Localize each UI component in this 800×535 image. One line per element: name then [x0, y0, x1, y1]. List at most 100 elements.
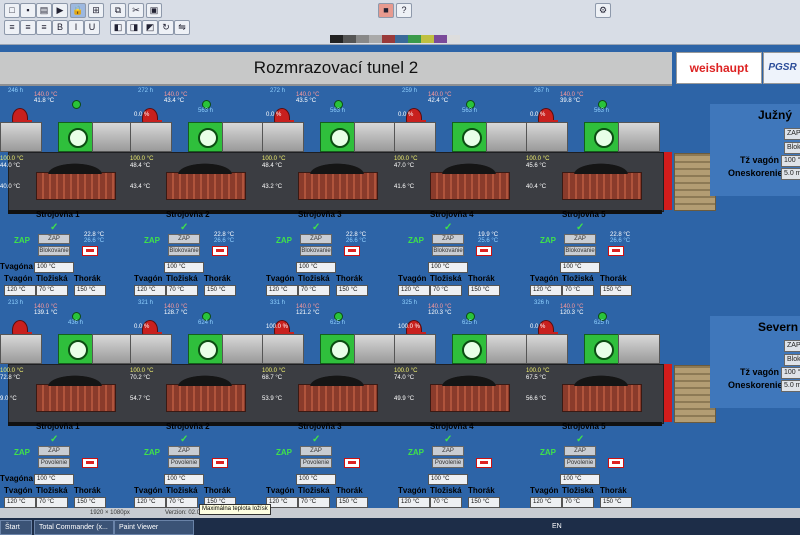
tloziska-value[interactable]: 70 °C [298, 285, 330, 296]
circulation-fan[interactable] [584, 122, 620, 152]
zap-button[interactable]: ZAP [38, 446, 70, 456]
new-icon[interactable]: □ [4, 3, 20, 18]
help-icon[interactable]: ? [396, 3, 412, 18]
tloziska-value[interactable]: 70 °C [36, 497, 68, 508]
tvagona-input[interactable]: 100 °C [296, 262, 336, 273]
tvagona-input[interactable]: 100 °C [34, 474, 74, 485]
tloziska-value[interactable]: 70 °C [430, 497, 462, 508]
align-left-icon[interactable]: ≡ [4, 20, 20, 35]
reset-button[interactable] [476, 458, 492, 468]
tvagona-input[interactable]: 100 °C [164, 262, 204, 273]
block-button[interactable]: Blokovanie [432, 246, 464, 256]
circulation-fan[interactable] [452, 122, 488, 152]
thorak-value[interactable]: 150 °C [468, 285, 500, 296]
thorak-value[interactable]: 150 °C [336, 497, 368, 508]
reset-button[interactable] [82, 458, 98, 468]
tloziska-value[interactable]: 70 °C [430, 285, 462, 296]
taskbar-item-total-commander[interactable]: Total Commander (x... [34, 520, 114, 535]
side-delay-input[interactable]: 5.0 mi [781, 168, 800, 180]
tvagon-value[interactable]: 120 °C [134, 497, 166, 508]
tvagona-input[interactable]: 100 °C [428, 474, 468, 485]
paste-icon[interactable]: ▣ [146, 3, 162, 18]
zap-button[interactable]: ZAP [38, 234, 70, 244]
side-tz-input[interactable]: 100 °C [781, 367, 800, 379]
tvagon-value[interactable]: 120 °C [530, 285, 562, 296]
zap-button[interactable]: ZAP [300, 446, 332, 456]
thorak-value[interactable]: 150 °C [74, 285, 106, 296]
circulation-fan[interactable] [58, 334, 94, 364]
group-icon[interactable]: ◨ [126, 20, 142, 35]
lock-icon[interactable]: 🔒 [70, 3, 86, 18]
tloziska-value[interactable]: 70 °C [562, 285, 594, 296]
circulation-fan[interactable] [320, 122, 356, 152]
tloziska-value[interactable]: 70 °C [166, 497, 198, 508]
block-button[interactable]: Povolenie [300, 458, 332, 468]
reset-button[interactable] [608, 458, 624, 468]
tvagona-input[interactable]: 100 °C [560, 474, 600, 485]
zap-button[interactable]: ZAP [564, 234, 596, 244]
tvagon-value[interactable]: 120 °C [266, 497, 298, 508]
run-icon[interactable]: ▶ [52, 3, 68, 18]
reset-button[interactable] [212, 458, 228, 468]
reset-button[interactable] [212, 246, 228, 256]
zap-button[interactable]: ZAP [432, 234, 464, 244]
block-button[interactable]: Blokovanie [38, 246, 70, 256]
block-button[interactable]: Povolenie [168, 458, 200, 468]
thorak-value[interactable]: 150 °C [600, 497, 632, 508]
side-zap-box[interactable]: ZAP [784, 340, 800, 352]
reset-button[interactable] [344, 458, 360, 468]
circulation-fan[interactable] [584, 334, 620, 364]
settings-icon[interactable]: ⚙ [595, 3, 611, 18]
tvagona-input[interactable]: 100 °C [428, 262, 468, 273]
tloziska-value[interactable]: 70 °C [562, 497, 594, 508]
zap-button[interactable]: ZAP [564, 446, 596, 456]
print-icon[interactable]: ▤ [36, 3, 52, 18]
tvagon-value[interactable]: 120 °C [530, 497, 562, 508]
zap-button[interactable]: ZAP [432, 446, 464, 456]
circulation-fan[interactable] [188, 122, 224, 152]
tloziska-value[interactable]: 70 °C [36, 285, 68, 296]
tloziska-value[interactable]: 70 °C [166, 285, 198, 296]
reset-button[interactable] [344, 246, 360, 256]
tvagon-value[interactable]: 120 °C [266, 285, 298, 296]
tvagon-value[interactable]: 120 °C [398, 285, 430, 296]
thorak-value[interactable]: 150 °C [204, 285, 236, 296]
tvagona-input[interactable]: 100 °C [296, 474, 336, 485]
block-button[interactable]: Povolenie [38, 458, 70, 468]
block-button[interactable]: Povolenie [564, 458, 596, 468]
thorak-value[interactable]: 150 °C [600, 285, 632, 296]
thorak-value[interactable]: 150 °C [336, 285, 368, 296]
side-block-box[interactable]: Blokovanie [784, 142, 800, 154]
reset-button[interactable] [608, 246, 624, 256]
circulation-fan[interactable] [188, 334, 224, 364]
zap-button[interactable]: ZAP [168, 446, 200, 456]
layer-icon[interactable]: ◧ [110, 20, 126, 35]
underline-icon[interactable]: U [84, 20, 100, 35]
tvagon-value[interactable]: 120 °C [4, 285, 36, 296]
circulation-fan[interactable] [452, 334, 488, 364]
taskbar-item-paint-viewer[interactable]: Paint Viewer [114, 520, 194, 535]
language-indicator[interactable]: EN [548, 520, 570, 533]
side-delay-input[interactable]: 5.0 mi [781, 380, 800, 392]
side-zap-box[interactable]: ZAP [784, 128, 800, 140]
tvagon-value[interactable]: 120 °C [4, 497, 36, 508]
block-button[interactable]: Blokovanie [168, 246, 200, 256]
circulation-fan[interactable] [320, 334, 356, 364]
start-button[interactable]: Štart [0, 520, 32, 535]
ungroup-icon[interactable]: ◩ [142, 20, 158, 35]
rotate-icon[interactable]: ↻ [158, 20, 174, 35]
thorak-value[interactable]: 150 °C [74, 497, 106, 508]
tvagona-input[interactable]: 100 °C [560, 262, 600, 273]
italic-icon[interactable]: I [68, 20, 84, 35]
block-button[interactable]: Blokovanie [300, 246, 332, 256]
align-right-icon[interactable]: ≡ [36, 20, 52, 35]
block-button[interactable]: Blokovanie [564, 246, 596, 256]
color-palette[interactable] [330, 35, 460, 43]
bold-icon[interactable]: B [52, 20, 68, 35]
thorak-value[interactable]: 150 °C [468, 497, 500, 508]
save-icon[interactable]: ▪ [20, 3, 36, 18]
side-tz-input[interactable]: 100 °C [781, 155, 800, 167]
align-center-icon[interactable]: ≡ [20, 20, 36, 35]
tloziska-value[interactable]: 70 °C [298, 497, 330, 508]
flip-icon[interactable]: ⇋ [174, 20, 190, 35]
